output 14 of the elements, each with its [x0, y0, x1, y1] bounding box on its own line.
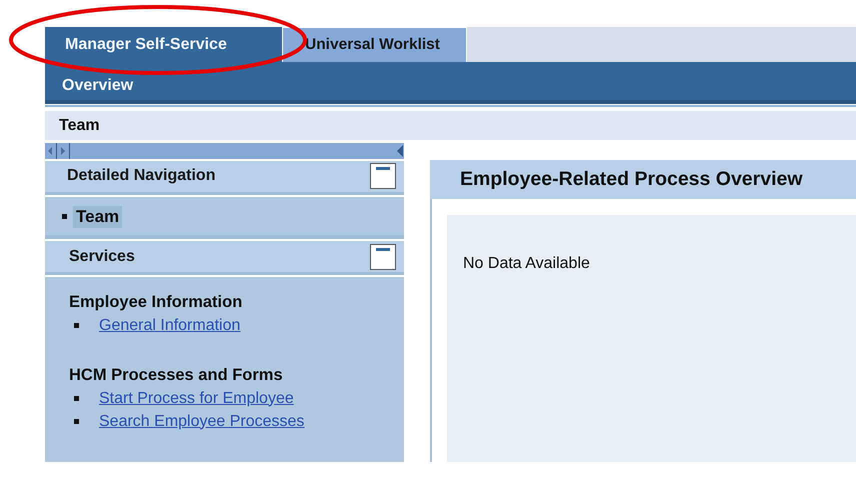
group-title: HCM Processes and Forms: [69, 366, 284, 385]
nav-tab[interactable]: Manager Self-Service: [45, 27, 282, 62]
section-title: Detailed Navigation: [67, 167, 216, 186]
service-link[interactable]: Search Employee Processes: [99, 412, 304, 430]
empty-message: No Data Available: [463, 255, 591, 273]
service-link[interactable]: General Information: [99, 316, 240, 334]
nav-item[interactable]: Team: [73, 206, 122, 228]
nav-tab[interactable]: Universal Worklist: [282, 27, 467, 62]
breadcrumb-text: Team: [59, 116, 100, 134]
panel-title: Employee-Related Process Overview: [430, 160, 856, 199]
section-title: Services: [69, 248, 135, 266]
subnav-link[interactable]: Overview: [62, 77, 134, 95]
service-link[interactable]: Start Process for Employee: [99, 390, 294, 408]
group-title: Employee Information: [69, 293, 244, 312]
